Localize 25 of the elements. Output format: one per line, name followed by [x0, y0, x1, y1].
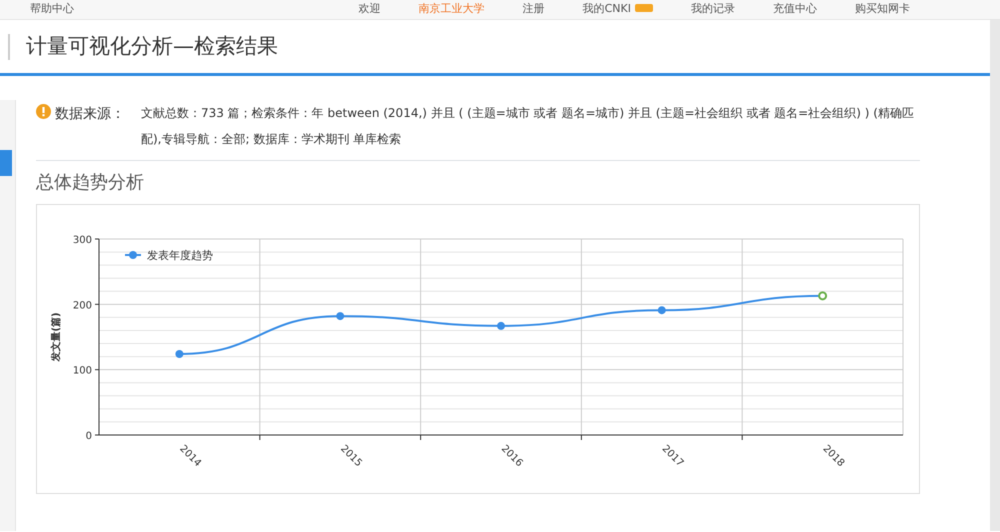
- legend-label: 发表年度趋势: [147, 249, 213, 262]
- nav-link[interactable]: 充值中心: [773, 1, 817, 18]
- data-point: [336, 312, 344, 320]
- source-label: 数据来源：: [55, 105, 125, 124]
- nav-dropdown[interactable]: 我的记录: [691, 1, 735, 18]
- warning-icon: [36, 104, 51, 119]
- data-point: [175, 350, 184, 358]
- y-tick-label: 0: [86, 431, 92, 442]
- active-marker: [0, 150, 12, 176]
- nav-link[interactable]: 我的CNKI: [582, 1, 653, 18]
- new-badge-icon: [635, 4, 653, 12]
- nav-link[interactable]: 注册: [522, 1, 545, 18]
- help-link[interactable]: 帮助中心: [30, 1, 74, 18]
- y-tick-label: 200: [72, 300, 92, 312]
- source-text: 文献总数：733 篇；检索条件：年 between (2014,) 并且 ( (主题=城市 或者 题名=城市) 并且 (主题=社会组织 或者 题名=社会组织) ) (精确匹配),专辑导航：全部; 数据库：学术期刊 单库检索: [141, 105, 915, 148]
- scrollbar[interactable]: [990, 20, 1000, 531]
- welcome-text: 欢迎: [358, 1, 381, 18]
- data-point: [497, 322, 505, 330]
- data-point: [658, 306, 666, 314]
- page-title: 计量可视化分析—检索结果: [26, 32, 278, 60]
- y-axis-title: 发文量(篇): [51, 312, 62, 362]
- nav-link[interactable]: 购买知网卡: [855, 1, 910, 18]
- y-tick-label: 300: [72, 235, 92, 246]
- y-tick-label: 100: [72, 366, 92, 377]
- section-title: 总体趋势分析: [36, 171, 145, 195]
